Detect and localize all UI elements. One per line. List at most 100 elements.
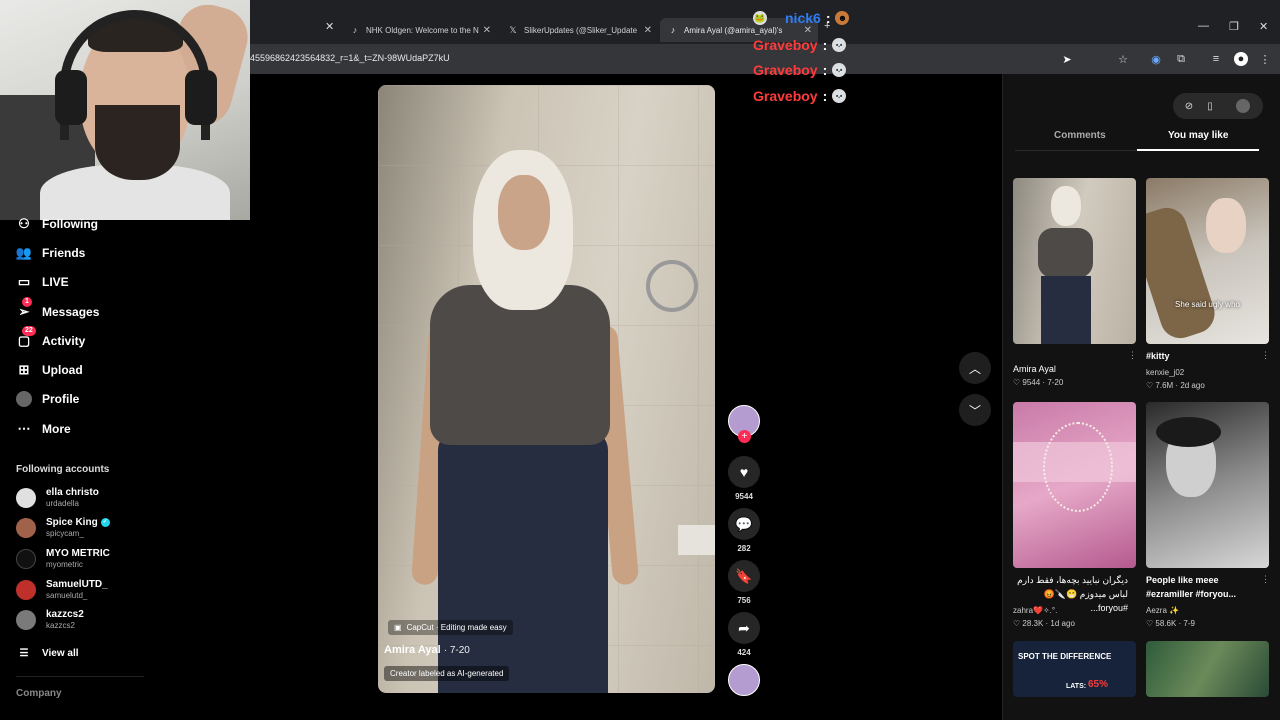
avatar [16,549,36,569]
messages-badge: 1 [22,297,32,307]
video-player[interactable] [378,85,715,693]
card-meta: ♡ 28.3K · 1d ago [1013,619,1075,628]
comment-count: 282 [737,544,751,553]
comment-button[interactable]: 💬 [728,508,760,540]
recommended-thumbnail[interactable] [1013,178,1136,344]
extensions-icon[interactable]: ⧉ [1174,52,1188,66]
list-icon: ☰ [19,647,29,659]
card-user[interactable]: kenxie_j02 [1146,368,1184,377]
avatar [16,580,36,600]
sidebar-item-activity[interactable]: ▢ 22 Activity [16,326,85,349]
window-close-icon[interactable]: ✕ [1259,20,1268,33]
live-icon: ▭ [17,274,31,289]
sidebar-item-messages[interactable]: ➢ 1 Messages [16,297,99,320]
account-item[interactable]: SamuelUTD_ samuelutd_ [16,579,108,601]
messages-icon: ➢ 1 [16,297,32,320]
x-icon: 𝕏 [509,24,517,35]
upload-icon: ⊞ [18,362,30,377]
activity-icon: ▢ 22 [16,326,36,349]
save-count: 756 [737,596,751,605]
sidebar-item-upload[interactable]: ⊞ Upload [16,362,83,378]
sidebar-item-more[interactable]: ⋯ More [16,421,71,437]
tab-sliker[interactable]: 𝕏 SlikerUpdates (@Sliker_Update ✕ [500,18,658,42]
sidebar-item-friends[interactable]: 👥 Friends [16,245,85,261]
capcut-tag[interactable]: ▣ CapCut · Editing made easy [388,620,513,635]
emote-icon: 🐸 [753,11,767,25]
menu-icon[interactable]: ⋮ [1258,52,1272,66]
close-icon[interactable]: ✕ [804,25,812,36]
card-user[interactable]: Aezra ✨ [1146,606,1179,615]
chevron-down-icon: ﹀ [968,403,981,418]
tab-you-may-like[interactable]: You may like [1168,130,1228,141]
account-item[interactable]: Spice King ✓ spicycam_ [16,517,110,539]
close-icon[interactable]: ✕ [325,20,334,33]
tab-comments[interactable]: Comments [1054,130,1106,141]
skull-icon: 💀 [832,38,847,52]
profile-avatar-icon[interactable]: ● [1234,52,1248,66]
tiktok-icon: ♪ [352,25,358,35]
heart-icon: ♥ [739,464,749,480]
more-icon[interactable]: ⋮ [1261,350,1270,361]
phone-icon[interactable]: ▯ [1203,99,1217,113]
account-item[interactable]: kazzcs2 kazzcs2 [16,609,84,631]
chat-message: Graveboy : 💀 [753,88,847,104]
active-tab-indicator [1137,149,1259,151]
chat-username: Graveboy [753,88,818,104]
divider [16,676,144,677]
url-text[interactable]: 45596862423564832_r=1&_t=ZN-98WUdaPZ7kU [250,53,450,63]
sound-avatar[interactable] [728,664,760,696]
tab-nhk[interactable]: ♪ NHK Oldgen: Welcome to the N ✕ [342,18,497,42]
save-button[interactable]: 🔖 [728,560,760,592]
more-icon: ⋯ [17,421,31,436]
video-author[interactable]: Amira Ayal · 7-20 [384,644,470,656]
bookmark-icon: 🔖 [735,567,753,584]
chat-username: nick6 [785,10,821,26]
close-icon[interactable]: ✕ [483,25,491,36]
following-icon: ⚇ [18,216,30,231]
card-title[interactable]: #kitty [1146,349,1266,363]
media-icon[interactable]: ≡ [1209,52,1223,66]
person-face [498,175,550,250]
star-icon[interactable]: ☆ [1116,52,1130,66]
recommended-thumbnail[interactable] [1146,402,1269,568]
sidebar-item-profile[interactable]: Profile [16,391,79,407]
user-avatar[interactable] [1236,99,1250,113]
view-all-link[interactable]: ☰ View all [16,645,79,661]
capcut-icon: ▣ [394,623,402,632]
sidebar-item-live[interactable]: ▭ LIVE [16,274,69,290]
card-title[interactable]: People like meee #ezramiller #foryou... [1146,573,1266,601]
compass-icon[interactable]: ⊘ [1182,99,1196,113]
audio-icon[interactable]: ◉ [1149,52,1163,66]
prev-video-button[interactable]: ︿ [959,352,991,384]
account-item[interactable]: MYO METRIC myometric [16,548,110,570]
card-meta: ♡ 58.6K · 7-9 [1146,619,1195,628]
chat-username: Graveboy [753,62,818,78]
recommended-thumbnail[interactable] [1013,402,1136,568]
sidebar-item-following[interactable]: ⚇ Following [16,216,98,232]
account-item[interactable]: ella christo urdadella [16,487,99,509]
chat-message: Graveboy : 💀 [753,37,847,53]
thumbnail-caption: She said ugly who [1175,300,1240,309]
follow-plus-icon[interactable]: + [738,430,751,443]
close-icon[interactable]: ✕ [644,25,652,36]
thumbnail-caption: SPOT THE DIFFERENCE [1018,652,1112,661]
card-user[interactable]: Amira Ayal [1013,364,1056,374]
share-button[interactable]: ➦ [728,612,760,644]
recommended-thumbnail[interactable] [1146,641,1269,697]
card-user[interactable]: zahra❤️✧.°. [1013,606,1057,615]
chevron-up-icon: ︿ [968,361,981,376]
thumbnail-caption: 65% [1088,679,1109,690]
more-icon[interactable]: ⋮ [1261,574,1270,585]
emote-icon: ☻ [835,11,850,25]
maximize-icon[interactable]: ❐ [1229,20,1239,33]
more-icon[interactable]: ⋮ [1128,350,1137,361]
cursor-icon: ➤ [1062,53,1072,66]
like-button[interactable]: ♥ [728,456,760,488]
minimize-icon[interactable]: — [1198,20,1209,32]
card-meta: ♡ 7.6M · 2d ago [1146,381,1205,390]
friends-icon: 👥 [15,245,33,260]
company-link[interactable]: Company [16,688,62,699]
next-video-button[interactable]: ﹀ [959,394,991,426]
card-meta: ♡ 9544 · 7-20 [1013,378,1064,387]
recommended-thumbnail[interactable]: She said ugly who [1146,178,1269,344]
